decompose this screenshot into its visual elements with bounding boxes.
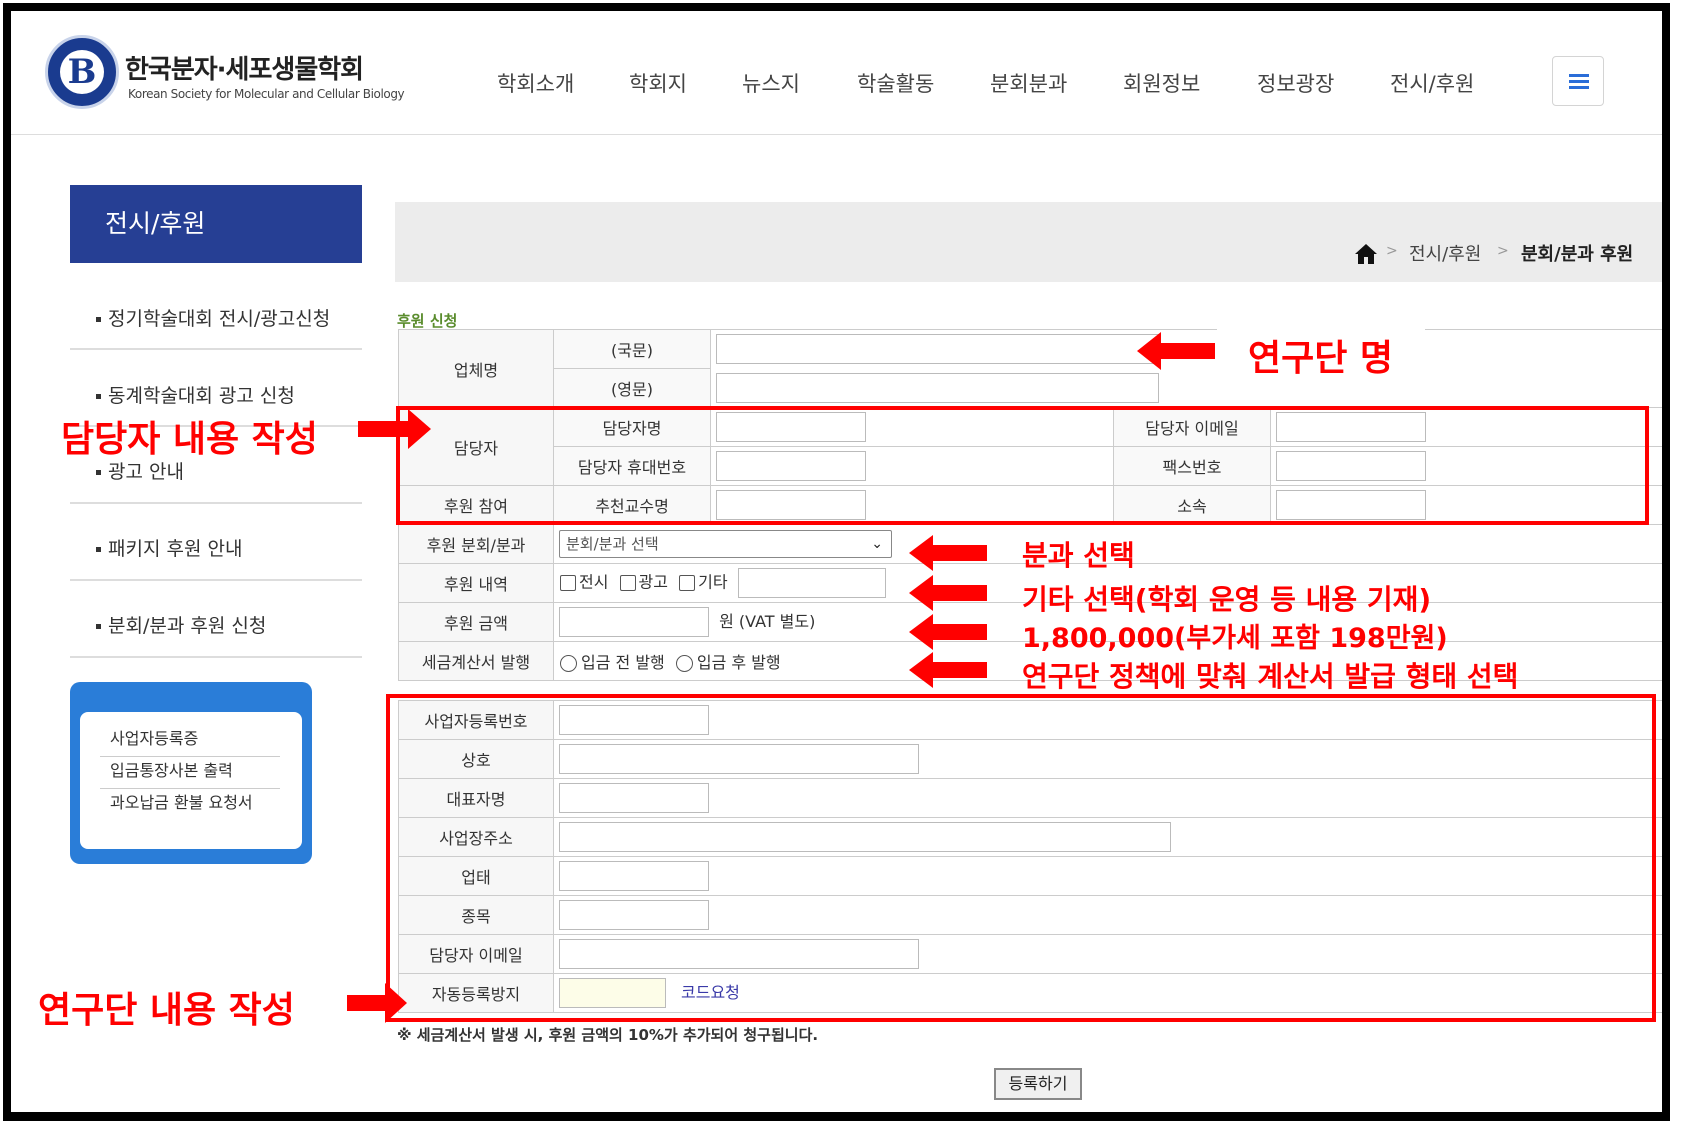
tax-note: ※ 세금계산서 발생 시, 후원 금액의 10%가 추가되어 청구됩니다. — [397, 1026, 819, 1044]
sidebar-item-label: 분회/분과 후원 신청 — [108, 615, 267, 637]
other-detail-input[interactable] — [737, 568, 886, 598]
sidebar-item-package[interactable]: 패키지 후원 안내 — [70, 504, 362, 581]
society-logo-icon[interactable]: B — [45, 35, 119, 109]
annotation-division-pick: 분과 선택 — [1022, 539, 1135, 572]
breadcrumb-current: 분회/분과 후원 — [1521, 244, 1634, 265]
sidebar-item-label: 동계학술대회 광고 신청 — [108, 385, 295, 407]
invoice-before-label: 입금 전 발행 — [581, 653, 665, 672]
arrow-left-icon — [909, 652, 987, 688]
team-highlight-box — [386, 694, 1656, 1022]
exhibition-checkbox[interactable] — [560, 575, 576, 591]
company-kr-input[interactable] — [716, 334, 1159, 365]
logo-title[interactable]: 한국분자·세포생물학회 — [125, 49, 364, 86]
bullet-icon — [96, 470, 101, 475]
sidebar-item-division-sponsor[interactable]: 분회/분과 후원 신청 — [70, 581, 362, 658]
annotation-team-fill: 연구단 내용 작성 — [38, 990, 295, 1031]
breadcrumb-separator-icon: > — [1386, 243, 1398, 259]
other-checkbox[interactable] — [679, 575, 696, 591]
nav-item-sponsor[interactable]: 전시/후원 — [1390, 68, 1474, 98]
invoice-before-radio[interactable] — [560, 655, 577, 672]
invoice-after-radio[interactable] — [675, 655, 693, 672]
doc-link-refund[interactable]: 과오납금 환불 요청서 — [100, 789, 280, 821]
amount-label: 후원 금액 — [398, 602, 554, 642]
arrow-left-icon — [909, 575, 987, 611]
site-header: B 한국분자·세포생물학회 Korean Society for Molecul… — [11, 11, 1662, 135]
company-en-input[interactable] — [716, 372, 1159, 403]
sidebar-item-label: 패키지 후원 안내 — [108, 538, 243, 560]
sidebar-item-label: 정기학술대회 전시/광고신청 — [108, 308, 331, 330]
arrow-right-icon — [347, 983, 407, 1023]
arrow-right-icon — [358, 409, 431, 449]
nav-item-members[interactable]: 회원정보 — [1123, 68, 1200, 98]
nav-item-divisions[interactable]: 분회분과 — [990, 68, 1067, 98]
bullet-icon — [96, 317, 101, 322]
home-icon[interactable] — [1354, 243, 1378, 265]
contact-highlight-box — [396, 406, 1649, 525]
ad-option-label: 광고 — [638, 572, 668, 592]
nav-item-academic[interactable]: 학술활동 — [857, 68, 934, 98]
annotation-amount: 1,800,000(부가세 포함 198만원) — [1022, 623, 1448, 654]
bullet-icon — [96, 547, 101, 552]
ad-checkbox[interactable] — [619, 575, 636, 591]
doc-link-biz-cert[interactable]: 사업자등록증 — [100, 725, 280, 757]
register-button[interactable]: 등록하기 — [994, 1068, 1082, 1100]
company-label: 업체명 — [398, 329, 554, 408]
chevron-down-icon: ⌄ — [871, 536, 883, 552]
annotation-team-name: 연구단 명 — [1248, 338, 1394, 379]
browser-frame: B 한국분자·세포생물학회 Korean Society for Molecul… — [3, 3, 1670, 1121]
breadcrumb-level1[interactable]: 전시/후원 — [1409, 240, 1481, 266]
nav-item-journal[interactable]: 학회지 — [629, 68, 687, 98]
doc-link-bankbook[interactable]: 입금통장사본 출력 — [100, 757, 280, 789]
bullet-icon — [96, 394, 101, 399]
detail-label: 후원 내역 — [398, 563, 554, 603]
amount-unit: 원 (VAT 별도) — [719, 611, 816, 631]
annotation-contact-fill: 담당자 내용 작성 — [61, 419, 318, 460]
logo-subtitle: Korean Society for Molecular and Cellula… — [128, 87, 405, 101]
nav-item-about[interactable]: 학회소개 — [497, 68, 574, 98]
sidebar-item-label: 광고 안내 — [108, 461, 184, 483]
nav-item-newsletter[interactable]: 뉴스지 — [742, 68, 800, 98]
amount-input[interactable] — [559, 607, 709, 637]
invoice-after-label: 입금 후 발행 — [696, 653, 781, 672]
division-label: 후원 분회/분과 — [398, 524, 554, 564]
invoice-label: 세금계산서 발행 — [398, 641, 554, 681]
nav-item-info[interactable]: 정보광장 — [1257, 68, 1334, 98]
breadcrumb-separator-icon: > — [1497, 243, 1509, 259]
hamburger-menu-button[interactable] — [1552, 56, 1604, 106]
section-title: 후원 신청 — [397, 312, 458, 330]
division-select[interactable]: 분회/분과 선택 ⌄ — [559, 530, 892, 558]
document-box: 사업자등록증 입금통장사본 출력 과오납금 환불 요청서 — [70, 682, 312, 864]
company-kr-label: (국문) — [553, 329, 711, 369]
sidebar-title: 전시/후원 — [70, 185, 362, 263]
sidebar-item-exhibition[interactable]: 정기학술대회 전시/광고신청 — [70, 273, 362, 350]
company-en-label: (영문) — [553, 368, 711, 408]
annotation-invoice: 연구단 정책에 맞춰 계산서 발급 형태 선택 — [1022, 660, 1519, 693]
arrow-left-icon — [909, 614, 987, 650]
other-option-label: 기타 — [698, 572, 728, 592]
arrow-left-icon — [1137, 332, 1215, 370]
exhibition-option-label: 전시 — [579, 572, 609, 592]
bullet-icon — [96, 624, 101, 629]
annotation-other-pick: 기타 선택(학회 운영 등 내용 기재) — [1022, 583, 1432, 616]
arrow-left-icon — [909, 535, 987, 571]
